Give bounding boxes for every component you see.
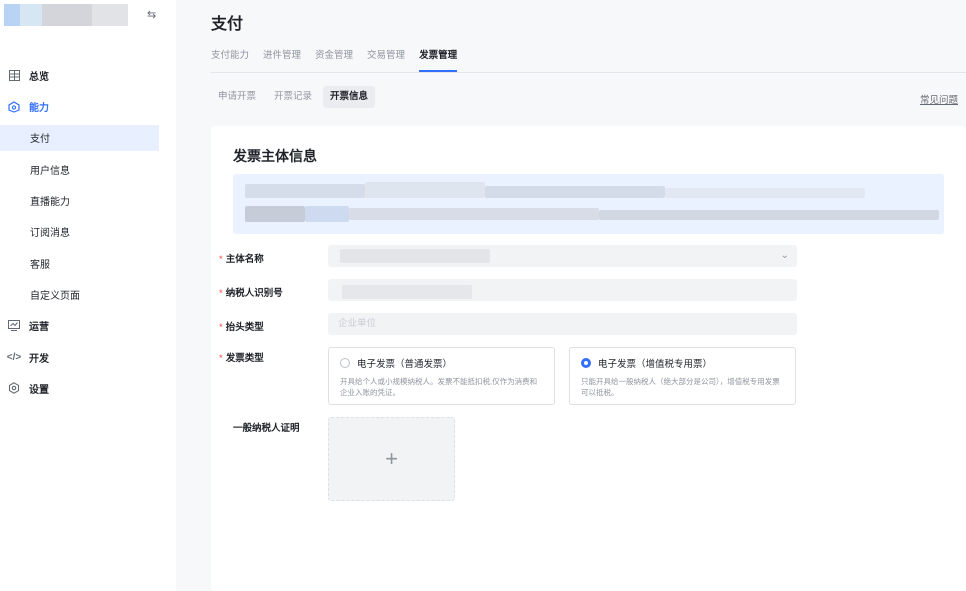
tab-onboarding[interactable]: 进件管理 [263, 47, 301, 72]
certificate-label: 一般纳税人证明 [233, 423, 300, 434]
tab-funds[interactable]: 资金管理 [315, 47, 353, 72]
sidebar-item-operation[interactable]: 运营 [0, 310, 176, 341]
header-type-field[interactable]: 企业单位 [328, 313, 797, 335]
subtab-apply-invoice[interactable]: 申请开票 [211, 86, 263, 108]
sidebar-item-label: 总览 [29, 72, 49, 84]
option-normal-title: 电子发票（普通发票） [357, 359, 453, 370]
required-mark: * [219, 254, 223, 265]
plus-icon: + [385, 446, 398, 471]
chevron-down-icon: ⌄ [780, 250, 789, 261]
sidebar-item-ability[interactable]: 能力 [0, 91, 176, 122]
sidebar-item-overview[interactable]: 总览 [0, 60, 176, 91]
faq-link[interactable]: 常见问题 [920, 92, 958, 106]
tab-invoice[interactable]: 发票管理 [419, 47, 458, 72]
header-type-label: * 抬头类型 [219, 322, 264, 333]
radio-special-selected[interactable] [581, 358, 591, 368]
option-special-desc: 只能开具给一般纳税人（绝大部分是公司），增值税专用发票可以抵税。 [581, 377, 780, 397]
app-logo[interactable] [4, 4, 128, 26]
invoice-info-card: 发票主体信息 * 主体名称 ⌄ * 纳税人识别号 * 抬头类型 企业单位 * 发票类型 … [211, 126, 966, 591]
sidebar-item-customer-service[interactable]: 客服 [0, 247, 176, 278]
ability-icon [8, 101, 20, 113]
subtab-invoice-records[interactable]: 开票记录 [267, 86, 319, 108]
info-banner [233, 174, 944, 234]
page-title: 支付 [211, 16, 244, 33]
sidebar-item-label: 用户信息 [30, 165, 70, 177]
collapse-sidebar-icon[interactable]: ⇆ [147, 8, 156, 21]
settings-icon [8, 382, 20, 395]
required-mark: * [219, 288, 223, 299]
taxpayer-id-label: * 纳税人识别号 [219, 288, 283, 299]
sidebar-item-custom-page[interactable]: 自定义页面 [0, 279, 176, 310]
sidebar-item-label: 能力 [29, 103, 49, 115]
sidebar-item-live[interactable]: 直播能力 [0, 185, 176, 216]
option-special-title: 电子发票（增值税专用票） [598, 359, 713, 370]
required-mark: * [219, 322, 223, 333]
certificate-upload[interactable]: + [328, 417, 455, 501]
invoice-option-normal[interactable]: 电子发票（普通发票） 开具给个人或小规模纳税人。发票不能抵扣税,仅作为消费和企业… [328, 347, 555, 405]
invoice-type-label: * 发票类型 [219, 353, 264, 364]
tab-payment-ability[interactable]: 支付能力 [211, 47, 249, 72]
taxpayer-id-input[interactable] [328, 279, 797, 301]
code-icon: </> [6, 351, 22, 363]
sub-tabs: 申请开票 开票记录 开票信息 [211, 86, 379, 108]
card-title: 发票主体信息 [233, 148, 317, 164]
sidebar-item-label: 订阅消息 [30, 228, 70, 240]
sidebar: ⇆ 总览 能力 支付 用户信息 直播能力 订阅消息 客服 自定义页面 运营 </… [0, 0, 176, 591]
sidebar-item-label: 支付 [30, 134, 50, 146]
sidebar-item-label: 自定义页面 [30, 290, 80, 302]
sidebar-item-subscription[interactable]: 订阅消息 [0, 216, 176, 247]
sidebar-item-payment[interactable]: 支付 [0, 124, 159, 151]
sidebar-item-label: 直播能力 [30, 197, 70, 209]
subtab-invoice-info[interactable]: 开票信息 [323, 86, 376, 108]
main-tabs: 支付能力 进件管理 资金管理 交易管理 发票管理 [211, 47, 471, 72]
tab-transactions[interactable]: 交易管理 [367, 47, 405, 72]
sidebar-item-label: 运营 [29, 322, 49, 334]
sidebar-item-label: 客服 [30, 259, 50, 271]
required-mark: * [219, 353, 223, 364]
sidebar-item-settings[interactable]: 设置 [0, 373, 176, 404]
radio-normal[interactable] [340, 358, 350, 368]
subject-name-select[interactable]: ⌄ [328, 245, 797, 267]
sidebar-item-user-info[interactable]: 用户信息 [0, 154, 176, 185]
grid-icon [8, 70, 20, 82]
invoice-option-special[interactable]: 电子发票（增值税专用票） 只能开具给一般纳税人（绝大部分是公司），增值税专用发票… [569, 347, 796, 405]
subject-name-label: * 主体名称 [219, 254, 264, 265]
tabs-divider [211, 72, 966, 73]
sidebar-nav: 总览 能力 支付 用户信息 直播能力 订阅消息 客服 自定义页面 运营 </> … [0, 60, 176, 404]
sidebar-item-label: 设置 [29, 384, 49, 396]
option-normal-desc: 开具给个人或小规模纳税人。发票不能抵扣税,仅作为消费和企业入账的凭证。 [340, 377, 538, 397]
sidebar-item-label: 开发 [29, 353, 49, 365]
operation-icon [8, 320, 20, 332]
sidebar-item-develop[interactable]: </> 开发 [0, 341, 176, 372]
